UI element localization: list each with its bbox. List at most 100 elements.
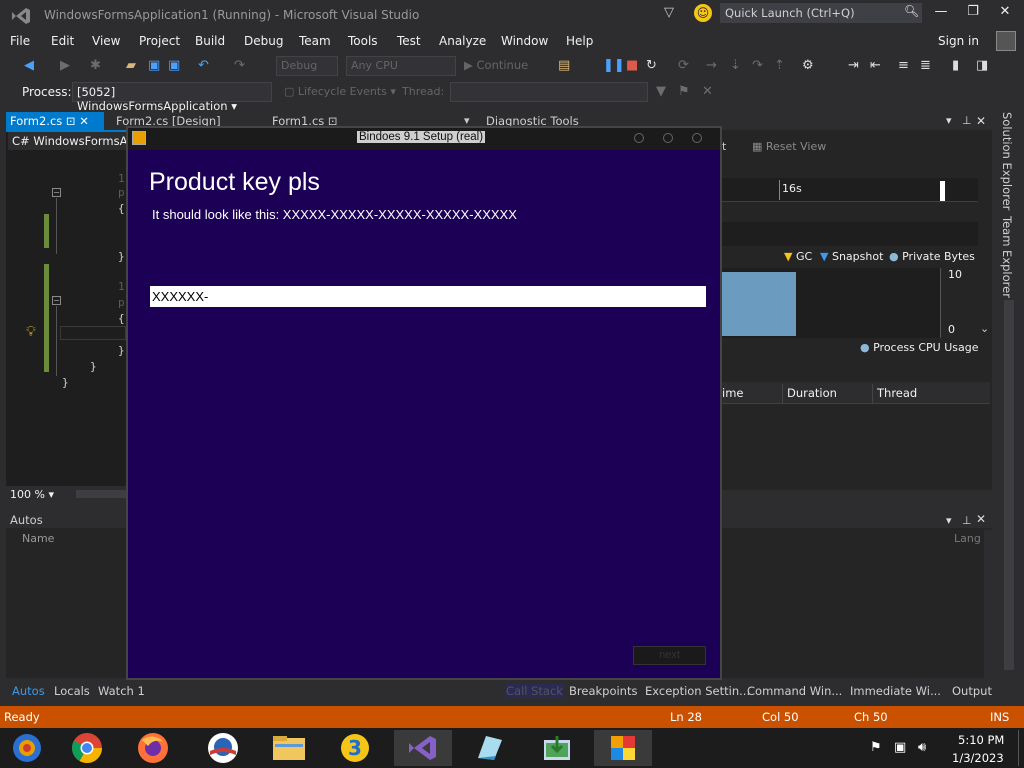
side-tab-solution-explorer[interactable]: Solution Explorer [1000, 112, 1014, 210]
setup-close-button[interactable] [692, 133, 702, 143]
indent-icon[interactable]: ⇥ [848, 58, 859, 73]
account-avatar-icon[interactable] [996, 31, 1016, 51]
step-out-icon[interactable]: ⇡ [774, 58, 785, 73]
undo-icon[interactable]: ↶ [198, 58, 209, 73]
bookmark-prev-icon[interactable]: ◨ [976, 58, 988, 73]
menu-help[interactable]: Help [566, 34, 593, 48]
menu-team[interactable]: Team [299, 34, 331, 48]
taskbar-three-icon[interactable]: 3 [326, 730, 384, 766]
menu-tools[interactable]: Tools [348, 34, 378, 48]
bottom-tab-output[interactable]: Output [952, 684, 992, 698]
save-icon[interactable]: ▣ [148, 58, 160, 73]
platform-select[interactable]: Any CPU [346, 56, 456, 76]
flag-icon[interactable]: ⚑ [870, 740, 882, 755]
forward-icon[interactable]: ▶ [60, 58, 70, 73]
comment-icon[interactable]: ≡ [898, 58, 909, 73]
process-select[interactable]: [5052] WindowsFormsApplication ▾ [72, 82, 272, 113]
close-button[interactable]: ✕ [990, 4, 1020, 19]
autos-name-column[interactable]: Name [22, 532, 54, 545]
taskbar-obama-icon[interactable] [194, 730, 252, 766]
bottom-tab-immediate-window[interactable]: Immediate Wi... [850, 684, 941, 698]
bottom-tab-watch1[interactable]: Watch 1 [98, 684, 145, 698]
setup-maximize-button[interactable] [663, 133, 673, 143]
menu-debug[interactable]: Debug [244, 34, 283, 48]
search-icon[interactable]: 🔍︎ [904, 4, 919, 18]
bottom-tab-call-stack[interactable]: Call Stack [506, 684, 563, 698]
process-icon[interactable]: ▤ [558, 58, 570, 73]
menu-edit[interactable]: Edit [51, 34, 74, 48]
taskbar-download-icon[interactable] [528, 730, 586, 766]
restart-icon[interactable]: ↻ [646, 58, 657, 73]
continue-button[interactable]: ▶ Continue [464, 58, 528, 72]
pin-icon[interactable]: ⊥ [962, 114, 972, 127]
show-next-statement-icon[interactable]: → [706, 58, 717, 73]
minimize-button[interactable]: — [926, 4, 956, 19]
flag-threads-icon[interactable]: ⚑ [678, 84, 690, 99]
bottom-tab-breakpoints[interactable]: Breakpoints [569, 684, 637, 698]
bottom-tab-autos[interactable]: Autos [12, 684, 45, 698]
chevron-down-icon[interactable]: ⌄ [980, 322, 989, 335]
stop-icon[interactable]: ■ [626, 58, 638, 73]
bottom-tab-command-window[interactable]: Command Win... [747, 684, 842, 698]
sign-in-link[interactable]: Sign in [938, 34, 979, 48]
menu-view[interactable]: View [92, 34, 120, 48]
redo-icon[interactable]: ↷ [234, 58, 245, 73]
volume-icon[interactable]: 🔊︎ [918, 740, 926, 755]
setup-minimize-button[interactable] [634, 133, 644, 143]
pause-icon[interactable]: ❚❚ [603, 58, 625, 73]
hot-reload-icon[interactable]: ⟳ [678, 58, 689, 73]
uncomment-icon[interactable]: ≣ [920, 58, 931, 73]
zoom-select[interactable]: 100 % ▾ [10, 488, 54, 501]
bookmark-icon[interactable]: ▮ [952, 58, 959, 73]
reset-view-button[interactable]: ▦ Reset View [752, 140, 826, 153]
side-tab-team-explorer[interactable]: Team Explorer [1000, 216, 1014, 298]
column-thread[interactable]: Thread [877, 386, 917, 400]
horizontal-scrollbar[interactable] [76, 490, 126, 498]
outdent-icon[interactable]: ⇤ [870, 58, 881, 73]
taskbar-file-explorer-icon[interactable] [260, 730, 318, 766]
panel-close-icon[interactable]: ✕ [976, 114, 986, 128]
show-desktop-button[interactable] [1018, 730, 1019, 766]
autos-menu-icon[interactable]: ▾ [946, 514, 952, 527]
bottom-tab-exception-settings[interactable]: Exception Settin... [645, 684, 750, 698]
vertical-scrollbar[interactable] [1004, 300, 1014, 670]
menu-build[interactable]: Build [195, 34, 225, 48]
clock-date[interactable]: 1/3/2023 [952, 751, 1004, 765]
fold-toggle-icon[interactable]: − [52, 188, 61, 197]
autos-lang-column[interactable]: Lang [954, 532, 981, 545]
fold-toggle-icon[interactable]: − [52, 296, 61, 305]
next-button[interactable]: next [633, 646, 706, 665]
back-icon[interactable]: ◀ [24, 58, 34, 73]
filter-icon[interactable]: ▼ [656, 84, 666, 99]
timeline-cursor[interactable] [940, 181, 945, 201]
taskbar-notepad-icon[interactable] [460, 730, 518, 766]
step-into-icon[interactable]: ⇣ [730, 58, 741, 73]
taskbar-visual-studio-icon[interactable] [394, 730, 452, 766]
menu-window[interactable]: Window [501, 34, 548, 48]
autos-close-icon[interactable]: ✕ [976, 512, 986, 526]
feedback-smiley-icon[interactable]: ☺ [694, 4, 712, 22]
class-navigation-dropdown[interactable]: C# WindowsFormsAp [8, 132, 128, 150]
taskbar-setup-app-icon[interactable] [594, 730, 652, 766]
clock-time[interactable]: 5:10 PM [958, 733, 1004, 747]
bottom-tab-locals[interactable]: Locals [54, 684, 90, 698]
network-icon[interactable]: ▣ [894, 740, 906, 755]
taskbar-chrome-icon[interactable] [58, 730, 116, 766]
panel-menu-icon[interactable]: ▾ [946, 114, 952, 127]
notification-filter-icon[interactable]: ▽ [664, 5, 674, 20]
lightbulb-icon[interactable]: 💡︎ [26, 324, 36, 340]
breakpoint-settings-icon[interactable]: ⚙ [802, 58, 814, 73]
menu-analyze[interactable]: Analyze [439, 34, 486, 48]
tab-form2-cs[interactable]: Form2.cs ⊡ ✕ [6, 112, 104, 130]
menu-project[interactable]: Project [139, 34, 180, 48]
product-key-input[interactable] [150, 286, 706, 307]
step-over-icon[interactable]: ↷ [752, 58, 763, 73]
menu-file[interactable]: File [10, 34, 30, 48]
taskbar-firefox-icon[interactable] [124, 730, 182, 766]
configuration-select[interactable]: Debug [276, 56, 338, 76]
column-duration[interactable]: Duration [787, 386, 837, 400]
autos-pin-icon[interactable]: ⊥ [962, 514, 972, 527]
open-folder-icon[interactable]: ▰ [126, 58, 136, 73]
menu-test[interactable]: Test [397, 34, 421, 48]
lifecycle-events[interactable]: ▢ Lifecycle Events ▾ [284, 85, 396, 98]
